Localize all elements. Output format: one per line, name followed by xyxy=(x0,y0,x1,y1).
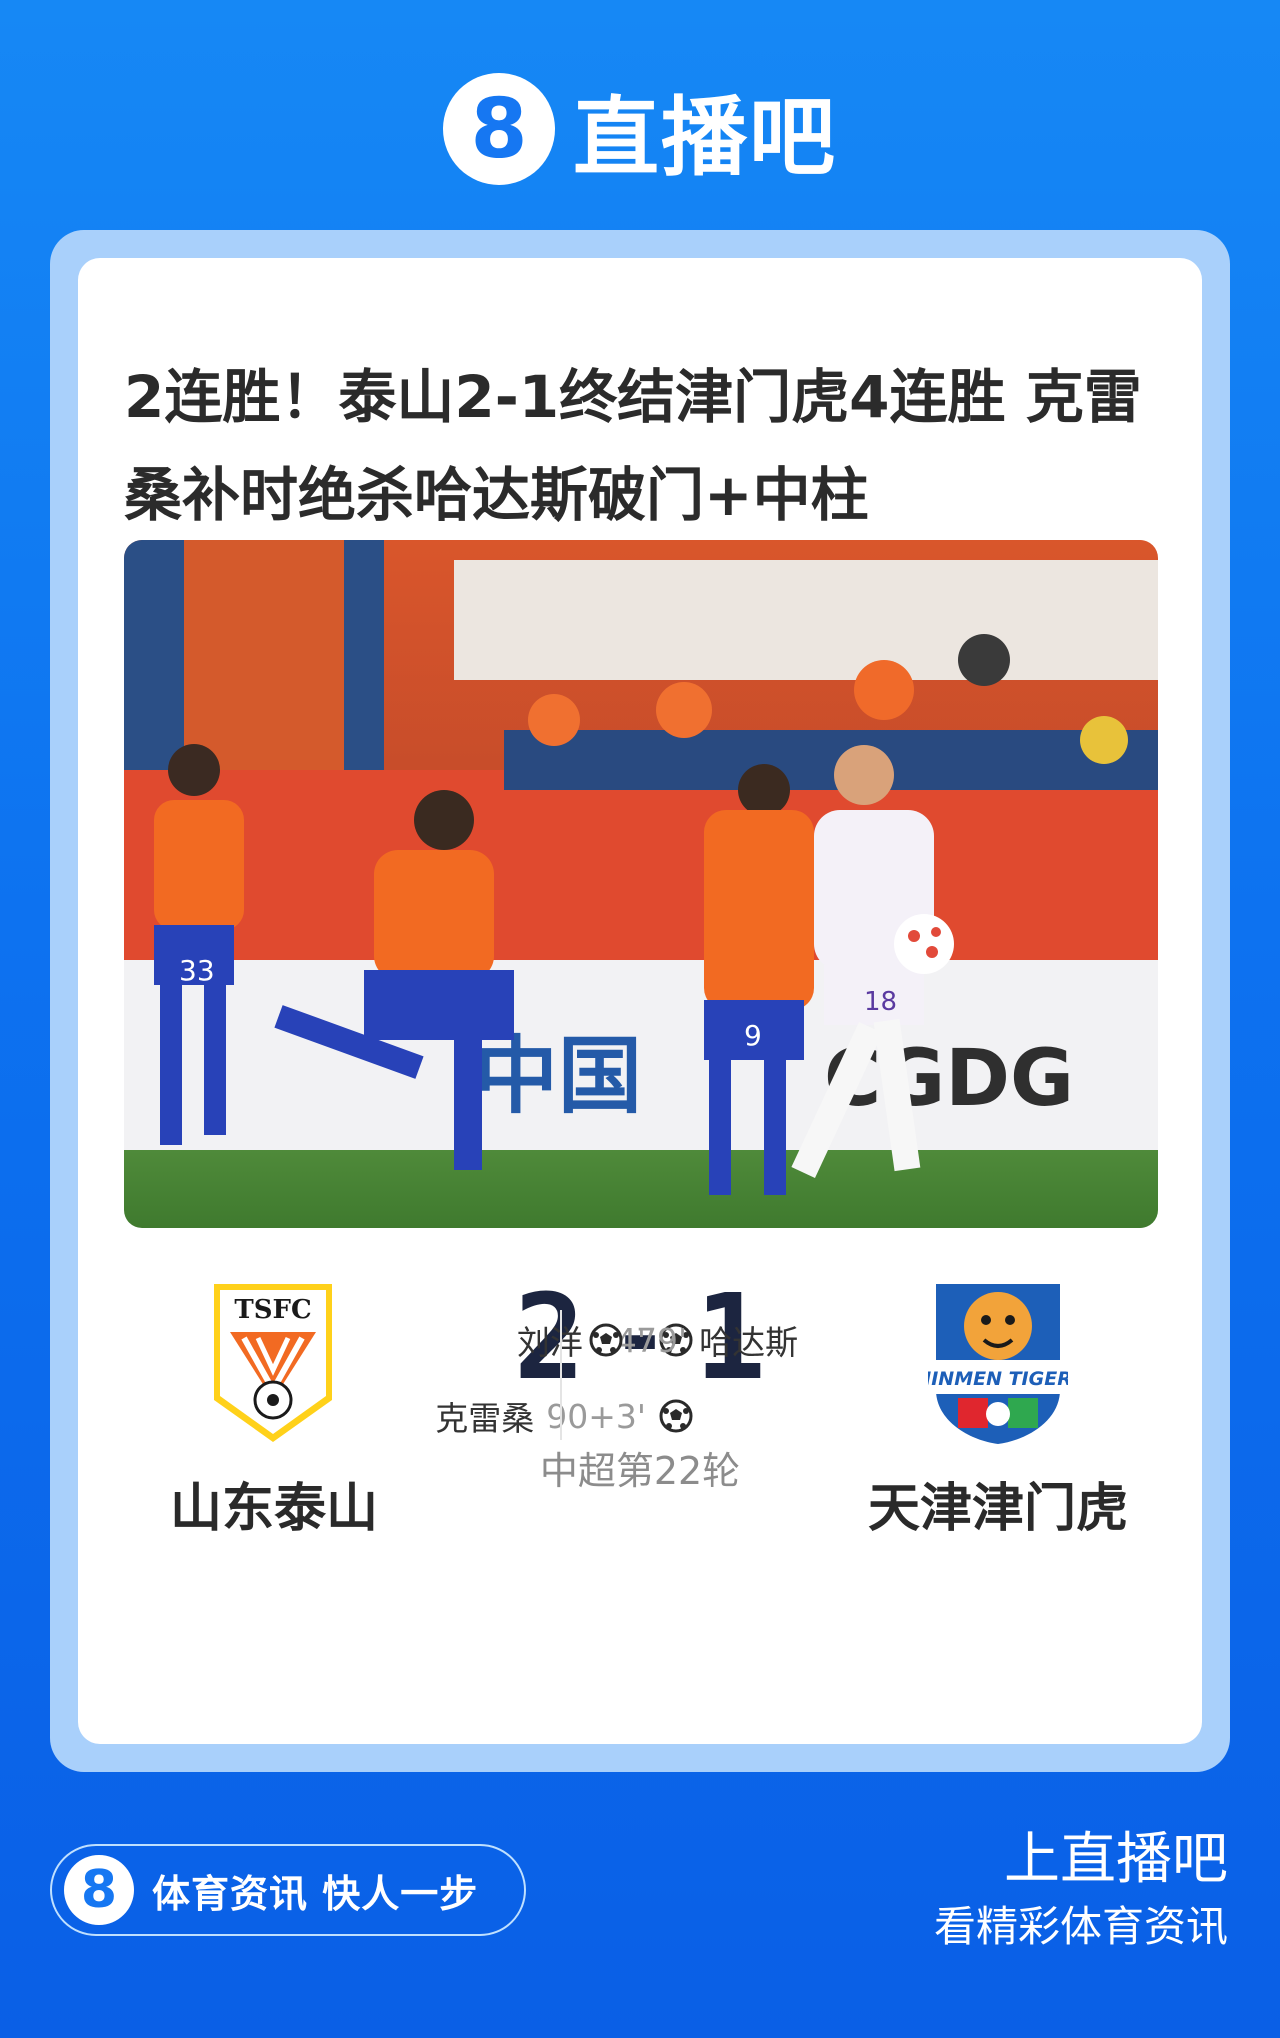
player-number: 18 xyxy=(864,987,897,1017)
app-logo-icon: 8 xyxy=(64,1855,134,1925)
match-photo[interactable]: 中国 CGDG 33 9 18 xyxy=(124,540,1158,1228)
slogan-pill[interactable]: 8 体育资讯 快人一步 xyxy=(50,1844,526,1936)
scorer-name: 克雷桑 xyxy=(435,1399,535,1438)
player-number: 33 xyxy=(179,954,215,987)
away-team-crest-icon[interactable]: JINMEN TIGER xyxy=(920,1280,1072,1446)
home-scorer-item: 克雷桑 90+3' xyxy=(435,1388,694,1444)
home-team-name[interactable]: 山东泰山 xyxy=(124,1466,424,1541)
away-crest-text: JINMEN TIGER xyxy=(928,1368,1068,1390)
news-card-frame: 2连胜！泰山2-1终结津门虎4连胜 克雷桑补时绝杀哈达斯破门+中柱 中国 CGD… xyxy=(50,230,1230,1772)
soccer-ball-icon xyxy=(659,1399,693,1433)
brand-header: 8 直播吧 xyxy=(0,70,1280,188)
match-ball-icon xyxy=(894,914,954,974)
scorers-divider xyxy=(560,1310,562,1440)
brand-name: 直播吧 xyxy=(573,87,837,188)
cta-title: 上直播吧 xyxy=(1004,1827,1228,1892)
soccer-ball-icon xyxy=(589,1323,623,1357)
home-crest-text: TSFC xyxy=(234,1295,311,1325)
away-scorer-item: 79' 哈达斯 xyxy=(588,1312,798,1368)
player-number: 9 xyxy=(744,1019,762,1052)
scorer-name: 刘洋 xyxy=(516,1323,583,1362)
goal-minute: 79' xyxy=(636,1320,688,1360)
brand-logo-icon: 8 xyxy=(443,73,555,185)
cta-subtitle: 看精彩体育资讯 xyxy=(933,1902,1228,1951)
slogan-text: 体育资讯 快人一步 xyxy=(152,1871,479,1916)
home-team-crest-icon[interactable]: TSFC xyxy=(210,1280,336,1446)
scorer-name: 哈达斯 xyxy=(699,1323,799,1362)
away-scorers-list: 79' 哈达斯 xyxy=(588,1312,798,1388)
match-photo-image: 中国 CGDG 33 9 18 xyxy=(124,540,1158,1228)
away-team-name[interactable]: 天津津门虎 xyxy=(848,1466,1148,1541)
news-card[interactable]: 2连胜！泰山2-1终结津门虎4连胜 克雷桑补时绝杀哈达斯破门+中柱 中国 CGD… xyxy=(78,258,1202,1744)
article-headline[interactable]: 2连胜！泰山2-1终结津门虎4连胜 克雷桑补时绝杀哈达斯破门+中柱 xyxy=(124,348,1164,544)
footer-cta[interactable]: 上直播吧 看精彩体育资讯 xyxy=(934,1826,1228,1960)
ad-board-text-left: 中国 xyxy=(474,1027,642,1125)
